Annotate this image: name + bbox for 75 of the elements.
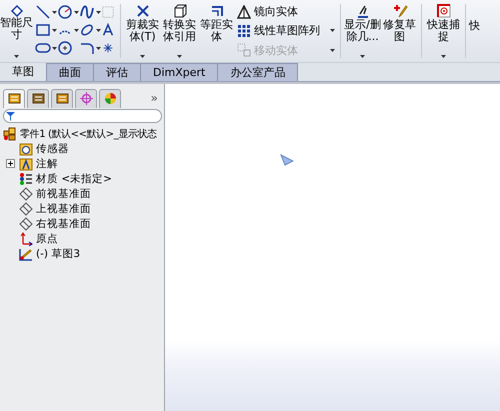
caret-icon[interactable]	[52, 10, 57, 14]
tree-item[interactable]: (-) 草图3	[3, 246, 164, 261]
crosshair-icon	[80, 92, 92, 105]
caret-icon[interactable]	[14, 55, 19, 58]
expand-icon[interactable]	[6, 159, 15, 168]
toolbar-button[interactable]: 转换实体引用	[161, 0, 198, 62]
feature-tree-icon	[8, 92, 20, 105]
caret-icon[interactable]	[74, 10, 79, 14]
move-icon	[237, 43, 251, 58]
filter-field[interactable]	[3, 109, 162, 123]
property-icon	[32, 92, 44, 105]
caret-icon[interactable]	[96, 10, 101, 14]
configuration-icon	[56, 92, 68, 105]
caret-icon[interactable]	[52, 28, 57, 32]
tab[interactable]: 办公室产品	[218, 63, 298, 81]
material-icon	[19, 172, 33, 186]
tree-item[interactable]: 原点	[3, 231, 164, 246]
tab[interactable]: DimXpert	[141, 63, 218, 81]
tab[interactable]: 评估	[94, 63, 141, 81]
cube-icon	[172, 3, 188, 19]
tree-item[interactable]: 传感器	[3, 141, 164, 156]
caret-icon[interactable]	[96, 28, 101, 32]
caret-icon[interactable]	[360, 55, 365, 58]
tree-item[interactable]: 零件1 (默认<<默认>_显示状态	[3, 126, 164, 141]
panel-tab[interactable]	[99, 88, 121, 108]
tab[interactable]: 曲面	[47, 63, 94, 81]
origin-icon	[19, 232, 33, 246]
caret-icon[interactable]	[52, 46, 57, 50]
sensor-icon	[19, 142, 33, 156]
more-button[interactable]: »	[150, 91, 158, 105]
tree-item[interactable]: 材质 <未指定>	[3, 171, 164, 186]
toolbar-button[interactable]: 镜向实体	[237, 4, 335, 20]
toolbar-button[interactable]: 快速捕捉	[425, 0, 462, 62]
plane-icon	[19, 202, 33, 216]
appearance-icon	[104, 92, 116, 105]
panel-tab[interactable]	[27, 88, 49, 108]
caret-icon[interactable]	[330, 29, 335, 32]
spline-icon[interactable]	[79, 4, 95, 20]
annotation-icon	[19, 156, 33, 170]
toolbar-button[interactable]: 等距实体	[198, 0, 235, 62]
caret-icon[interactable]	[441, 55, 446, 58]
tree-item[interactable]: 前视基准面	[3, 186, 164, 201]
filter-icon	[6, 112, 15, 120]
view-orientation-icon	[280, 154, 294, 166]
caret-icon[interactable]	[140, 55, 145, 58]
pencil-icon	[392, 3, 408, 19]
tree-item[interactable]: 注解	[3, 156, 164, 171]
tree-item[interactable]: 上视基准面	[3, 201, 164, 216]
rectangle-icon[interactable]	[35, 22, 51, 38]
tree-item[interactable]: 右视基准面	[3, 216, 164, 231]
toolbar-button[interactable]: 修复草图	[381, 0, 418, 62]
part-icon	[3, 126, 17, 140]
ellipse-icon[interactable]	[79, 22, 95, 38]
panel-tab[interactable]	[51, 88, 73, 108]
line-icon[interactable]	[35, 4, 51, 20]
circle-icon[interactable]	[57, 4, 73, 20]
caret-icon[interactable]	[96, 46, 101, 50]
toolbar-button[interactable]: 剪裁实体(T)	[124, 0, 161, 62]
panel-tab[interactable]	[3, 88, 25, 108]
toolbar-button[interactable]: 线性草图阵列	[237, 23, 335, 38]
dimension-icon	[8, 3, 24, 17]
triangle-icon	[237, 4, 251, 19]
plane-icon	[19, 186, 33, 200]
caret-icon[interactable]	[74, 28, 79, 32]
grid-icon	[237, 24, 251, 38]
caret-icon[interactable]	[177, 55, 182, 58]
plane-icon	[19, 216, 33, 230]
scissors-icon	[134, 3, 150, 19]
sketch-icon	[19, 246, 33, 260]
snap-icon	[436, 3, 452, 19]
text-icon[interactable]	[101, 22, 115, 38]
polygon-icon[interactable]	[57, 40, 73, 56]
smart-dimension-button[interactable]: 智能尺寸	[0, 0, 33, 62]
toolbar-button[interactable]: 显示/删除几...	[344, 0, 381, 62]
toolbar-button[interactable]: 快	[469, 18, 480, 33]
